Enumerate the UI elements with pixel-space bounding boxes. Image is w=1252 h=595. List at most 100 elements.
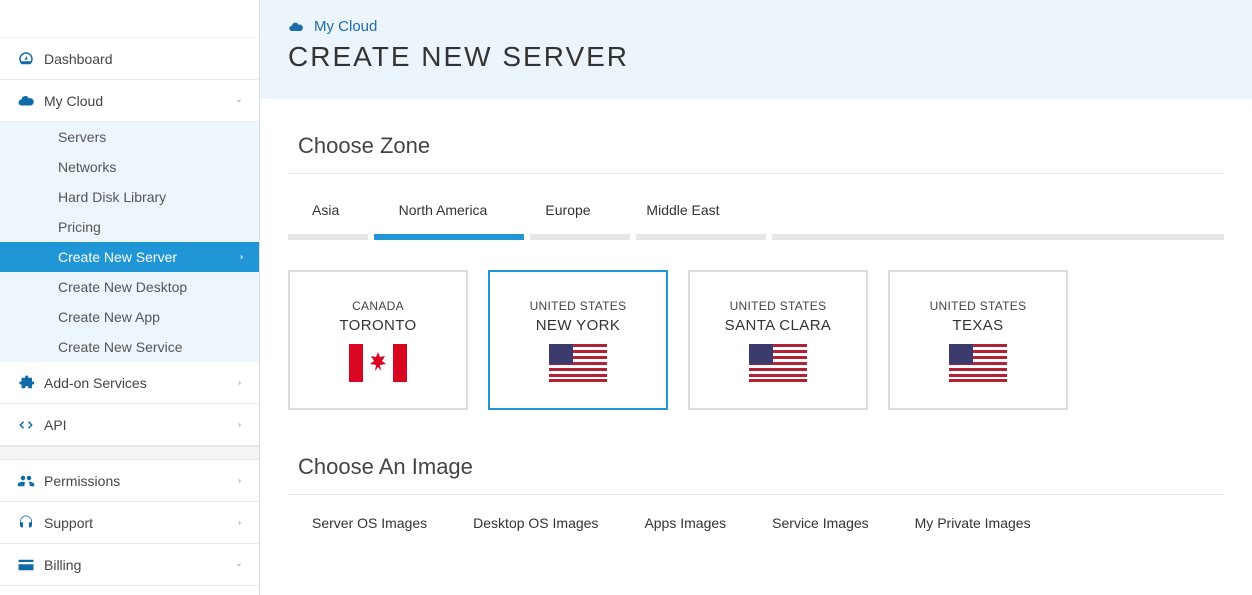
users-icon: [14, 472, 38, 490]
image-tab-serveros[interactable]: Server OS Images: [312, 515, 427, 531]
sidebar-sub-label: Hard Disk Library: [58, 189, 166, 205]
sidebar-item-dashboard[interactable]: Dashboard: [0, 38, 259, 80]
sidebar-item-label: Add-on Services: [44, 375, 235, 391]
image-tab-desktopos[interactable]: Desktop OS Images: [473, 515, 598, 531]
zone-cards: CANADA TORONTO UNITED STATES NEW YORK UN…: [288, 270, 1224, 410]
image-tab-label: Desktop OS Images: [473, 515, 598, 531]
sidebar-item-support[interactable]: Support: [0, 502, 259, 544]
image-tab-label: Server OS Images: [312, 515, 427, 531]
sidebar-submenu-mycloud: Servers Networks Hard Disk Library Prici…: [0, 122, 259, 362]
sidebar-item-billing[interactable]: Billing: [0, 544, 259, 586]
cloud-icon: [14, 92, 38, 110]
region-tab-na[interactable]: North America: [368, 196, 518, 234]
image-tab-private[interactable]: My Private Images: [915, 515, 1031, 531]
image-tab-service[interactable]: Service Images: [772, 515, 868, 531]
sidebar-sub-createdesktop[interactable]: Create New Desktop: [0, 272, 259, 302]
region-tab-eu[interactable]: Europe: [518, 196, 618, 234]
chevron-right-icon: [235, 476, 245, 486]
cloud-icon: [288, 19, 304, 35]
sidebar-sub-servers[interactable]: Servers: [0, 122, 259, 152]
chevron-right-icon: [235, 420, 245, 430]
headset-icon: [14, 514, 38, 532]
flag-us-icon: [949, 344, 1007, 382]
sidebar-item-label: Permissions: [44, 473, 235, 489]
chevron-right-icon: [235, 378, 245, 388]
zone-card-santaclara[interactable]: UNITED STATES SANTA CLARA: [688, 270, 868, 410]
sidebar: Dashboard My Cloud Servers Networks Hard…: [0, 0, 260, 595]
zone-country: CANADA: [352, 299, 404, 313]
chevron-down-icon: [233, 95, 245, 107]
image-tab-apps[interactable]: Apps Images: [644, 515, 726, 531]
breadcrumb[interactable]: My Cloud: [288, 18, 1224, 35]
region-bar: [772, 234, 1224, 240]
sidebar-item-label: Billing: [44, 557, 233, 573]
zone-country: UNITED STATES: [930, 299, 1027, 313]
region-bar: [636, 234, 766, 240]
image-tabs: Server OS Images Desktop OS Images Apps …: [288, 495, 1224, 531]
sidebar-sub-hdl[interactable]: Hard Disk Library: [0, 182, 259, 212]
section-heading: Choose An Image: [288, 446, 1224, 495]
gauge-icon: [14, 50, 38, 68]
sidebar-sub-label: Pricing: [58, 219, 101, 235]
sidebar-item-permissions[interactable]: Permissions: [0, 460, 259, 502]
page-title: CREATE NEW SERVER: [288, 41, 1224, 73]
sidebar-top-spacer: [0, 0, 259, 38]
sidebar-sub-networks[interactable]: Networks: [0, 152, 259, 182]
sidebar-sub-label: Create New Server: [58, 249, 177, 265]
sidebar-sub-label: Networks: [58, 159, 116, 175]
image-tab-label: My Private Images: [915, 515, 1031, 531]
sidebar-sub-label: Create New Desktop: [58, 279, 187, 295]
region-bar-active: [374, 234, 524, 240]
sidebar-sub-createserver[interactable]: Create New Server: [0, 242, 259, 272]
sidebar-item-mycloud[interactable]: My Cloud: [0, 80, 259, 122]
region-tab-me[interactable]: Middle East: [618, 196, 748, 234]
sidebar-divider: [0, 446, 259, 460]
sidebar-item-label: API: [44, 417, 235, 433]
region-tab-label: North America: [399, 202, 488, 218]
flag-us-icon: [749, 344, 807, 382]
region-bar: [530, 234, 630, 240]
main-content: My Cloud CREATE NEW SERVER Choose Zone A…: [260, 0, 1252, 595]
sidebar-sub-label: Servers: [58, 129, 106, 145]
region-tab-label: Middle East: [646, 202, 719, 218]
image-tab-label: Service Images: [772, 515, 868, 531]
puzzle-icon: [14, 374, 38, 392]
region-bar: [288, 234, 368, 240]
image-tab-label: Apps Images: [644, 515, 726, 531]
region-tab-asia[interactable]: Asia: [288, 196, 368, 234]
sidebar-sub-createapp[interactable]: Create New App: [0, 302, 259, 332]
region-tabs: Asia North America Europe Middle East: [288, 196, 1224, 234]
region-tab-label: Europe: [545, 202, 590, 218]
sidebar-item-api[interactable]: API: [0, 404, 259, 446]
flag-ca-icon: [349, 344, 407, 382]
chevron-down-icon: [233, 559, 245, 571]
zone-card-newyork[interactable]: UNITED STATES NEW YORK: [488, 270, 668, 410]
sidebar-item-label: Support: [44, 515, 235, 531]
zone-card-texas[interactable]: UNITED STATES TEXAS: [888, 270, 1068, 410]
code-icon: [14, 416, 38, 434]
chevron-right-icon: [235, 518, 245, 528]
page-header: My Cloud CREATE NEW SERVER: [260, 0, 1252, 99]
zone-city: TEXAS: [952, 317, 1003, 334]
zone-country: UNITED STATES: [530, 299, 627, 313]
flag-us-icon: [549, 344, 607, 382]
zone-city: NEW YORK: [536, 317, 621, 334]
sidebar-item-addon[interactable]: Add-on Services: [0, 362, 259, 404]
section-zone: Choose Zone Asia North America Europe Mi…: [260, 99, 1252, 420]
zone-country: UNITED STATES: [730, 299, 827, 313]
zone-city: TORONTO: [339, 317, 416, 334]
sidebar-item-label: Dashboard: [44, 51, 245, 67]
sidebar-item-label: My Cloud: [44, 93, 233, 109]
section-image: Choose An Image Server OS Images Desktop…: [260, 420, 1252, 541]
breadcrumb-label: My Cloud: [314, 18, 377, 35]
card-icon: [14, 556, 38, 574]
sidebar-sub-label: Create New App: [58, 309, 160, 325]
chevron-right-icon: [237, 252, 247, 262]
section-heading: Choose Zone: [288, 125, 1224, 174]
zone-card-toronto[interactable]: CANADA TORONTO: [288, 270, 468, 410]
sidebar-sub-createservice[interactable]: Create New Service: [0, 332, 259, 362]
sidebar-sub-pricing[interactable]: Pricing: [0, 212, 259, 242]
zone-city: SANTA CLARA: [725, 317, 832, 334]
region-tab-label: Asia: [312, 202, 339, 218]
sidebar-sub-label: Create New Service: [58, 339, 183, 355]
